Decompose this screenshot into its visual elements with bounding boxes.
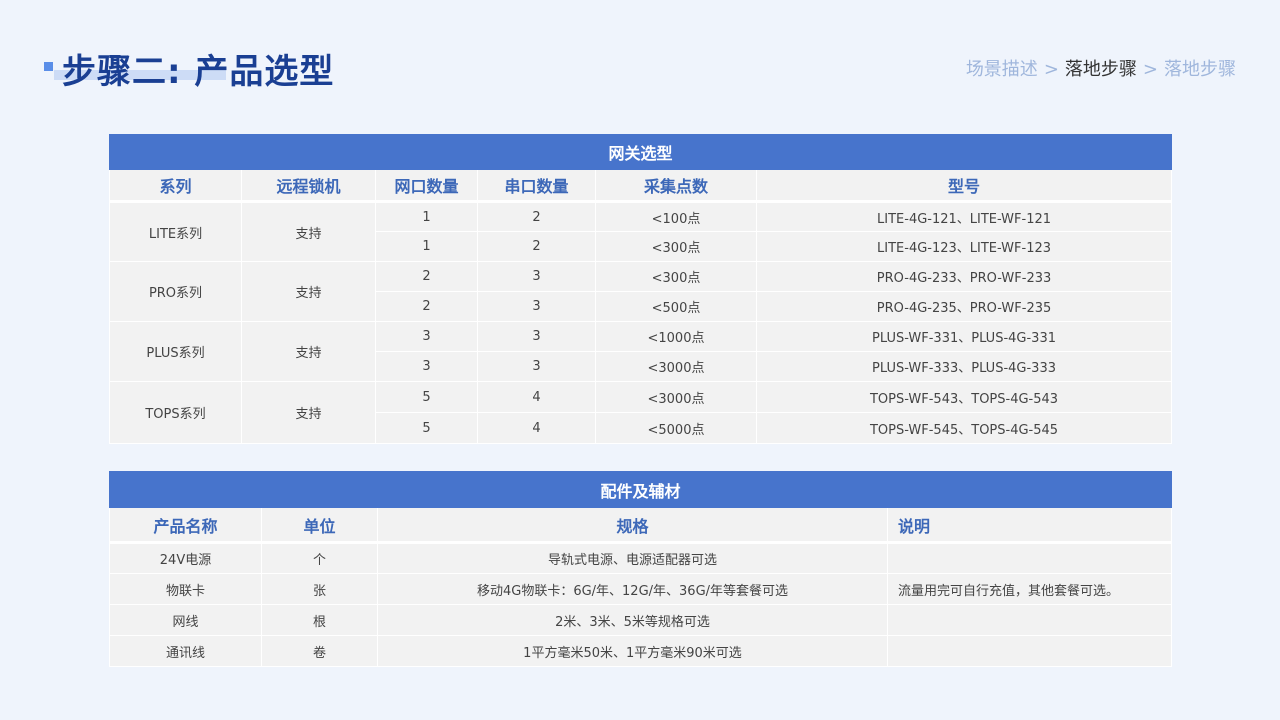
column-header: 型号 (755, 169, 1173, 203)
column-header: 采集点数 (595, 169, 757, 203)
remote-lock-cell: 支持 (241, 321, 376, 382)
points-cell: <300点 (595, 231, 757, 262)
note-cell (886, 635, 1173, 667)
table-row: 通讯线卷 1平方毫米50米、1平方毫米90米可选 (109, 635, 1173, 667)
ports-cell: 3 (375, 351, 478, 382)
breadcrumb-separator: > (1043, 59, 1059, 80)
ports-cell: 1 (375, 201, 478, 232)
column-header: 远程锁机 (241, 169, 376, 203)
table-row: 物联卡张移动4G物联卡：6G/年、12G/年、36G/年等套餐可选 流量用完可自行… (109, 573, 1173, 605)
product-name-cell: 24V电源 (109, 542, 262, 574)
serial-cell: 3 (477, 261, 596, 292)
column-header: 单位 (261, 507, 378, 544)
model-cell: TOPS-WF-543、TOPS-4G-543 (755, 381, 1173, 413)
table-row: 网线根 2米、3米、5米等规格可选 (109, 604, 1173, 636)
remote-lock-cell: 支持 (241, 261, 376, 322)
accessory-table: 配件及辅材 产品名称 单位 规格 说明 24V电源个导轨式电源、电源适配器可选 物联卡张… (108, 471, 1173, 667)
table-row: 24V电源个导轨式电源、电源适配器可选 (109, 542, 1173, 574)
ports-cell: 1 (375, 231, 478, 262)
product-name-cell: 网线 (109, 604, 262, 636)
table-row: PRO系列 支持 2 3 <300点 PRO-4G-233、PRO-WF-233 (109, 261, 1173, 322)
table-caption: 网关选型 (108, 134, 1173, 170)
serial-cell: 2 (477, 231, 596, 262)
points-cell: <500点 (595, 291, 757, 322)
page-title: 步骤二: 产品选型 (62, 52, 335, 92)
column-header: 规格 (377, 507, 888, 544)
ports-cell: 5 (375, 412, 478, 444)
unit-cell: 个 (261, 542, 378, 574)
breadcrumb-item-next[interactable]: 落地步骤 (1164, 59, 1236, 80)
spec-cell: 2米、3米、5米等规格可选 (377, 604, 888, 636)
table-caption: 配件及辅材 (108, 471, 1173, 508)
model-cell: PRO-4G-235、PRO-WF-235 (755, 291, 1173, 322)
points-cell: <300点 (595, 261, 757, 292)
breadcrumb-item-current[interactable]: 落地步骤 (1065, 59, 1137, 80)
remote-lock-cell: 支持 (241, 201, 376, 262)
note-cell (886, 604, 1173, 636)
column-header: 网口数量 (375, 169, 478, 203)
points-cell: <100点 (595, 201, 757, 232)
unit-cell: 卷 (261, 635, 378, 667)
table-row: LITE系列 支持 1 2 <100点 LITE-4G-121、LITE-WF-121 (109, 201, 1173, 262)
column-header: 系列 (109, 169, 242, 203)
model-cell: LITE-4G-121、LITE-WF-121 (755, 201, 1173, 232)
series-cell: TOPS系列 (109, 381, 242, 444)
note-cell: 流量用完可自行充值，其他套餐可选。 (886, 573, 1173, 605)
ports-cell: 5 (375, 381, 478, 413)
unit-cell: 根 (261, 604, 378, 636)
model-cell: PRO-4G-233、PRO-WF-233 (755, 261, 1173, 292)
model-cell: TOPS-WF-545、TOPS-4G-545 (755, 412, 1173, 444)
serial-cell: 3 (477, 321, 596, 352)
note-cell (886, 542, 1173, 574)
column-header: 串口数量 (477, 169, 596, 203)
ports-cell: 3 (375, 321, 478, 352)
title-accent-square (44, 62, 53, 71)
breadcrumb: 场景描述 > 落地步骤 > 落地步骤 (966, 55, 1236, 81)
points-cell: <5000点 (595, 412, 757, 444)
ports-cell: 2 (375, 291, 478, 322)
series-cell: PRO系列 (109, 261, 242, 322)
table-row: PLUS系列 支持 3 3 <1000点 PLUS-WF-331、PLUS-4G-331 (109, 321, 1173, 382)
spec-cell: 移动4G物联卡：6G/年、12G/年、36G/年等套餐可选 (377, 573, 888, 605)
table-row: TOPS系列 支持 5 4 <3000点 TOPS-WF-543、TOPS-4G-543 (109, 381, 1173, 444)
ports-cell: 2 (375, 261, 478, 292)
spec-cell: 1平方毫米50米、1平方毫米90米可选 (377, 635, 888, 667)
remote-lock-cell: 支持 (241, 381, 376, 444)
model-cell: LITE-4G-123、LITE-WF-123 (755, 231, 1173, 262)
spec-cell: 导轨式电源、电源适配器可选 (377, 542, 888, 574)
column-header: 说明 (886, 507, 1173, 544)
serial-cell: 3 (477, 291, 596, 322)
gateway-selection-table: 网关选型 系列 远程锁机 网口数量 串口数量 采集点数 型号 LITE系列 支持 1 2 <100… (108, 134, 1173, 444)
serial-cell: 4 (477, 381, 596, 413)
unit-cell: 张 (261, 573, 378, 605)
series-cell: PLUS系列 (109, 321, 242, 382)
model-cell: PLUS-WF-333、PLUS-4G-333 (755, 351, 1173, 382)
product-name-cell: 物联卡 (109, 573, 262, 605)
series-cell: LITE系列 (109, 201, 242, 262)
serial-cell: 2 (477, 201, 596, 232)
model-cell: PLUS-WF-331、PLUS-4G-331 (755, 321, 1173, 352)
serial-cell: 3 (477, 351, 596, 382)
breadcrumb-item-scene[interactable]: 场景描述 (966, 59, 1038, 80)
points-cell: <3000点 (595, 381, 757, 413)
product-name-cell: 通讯线 (109, 635, 262, 667)
breadcrumb-separator: > (1142, 59, 1158, 80)
column-header: 产品名称 (109, 507, 262, 544)
points-cell: <3000点 (595, 351, 757, 382)
serial-cell: 4 (477, 412, 596, 444)
points-cell: <1000点 (595, 321, 757, 352)
